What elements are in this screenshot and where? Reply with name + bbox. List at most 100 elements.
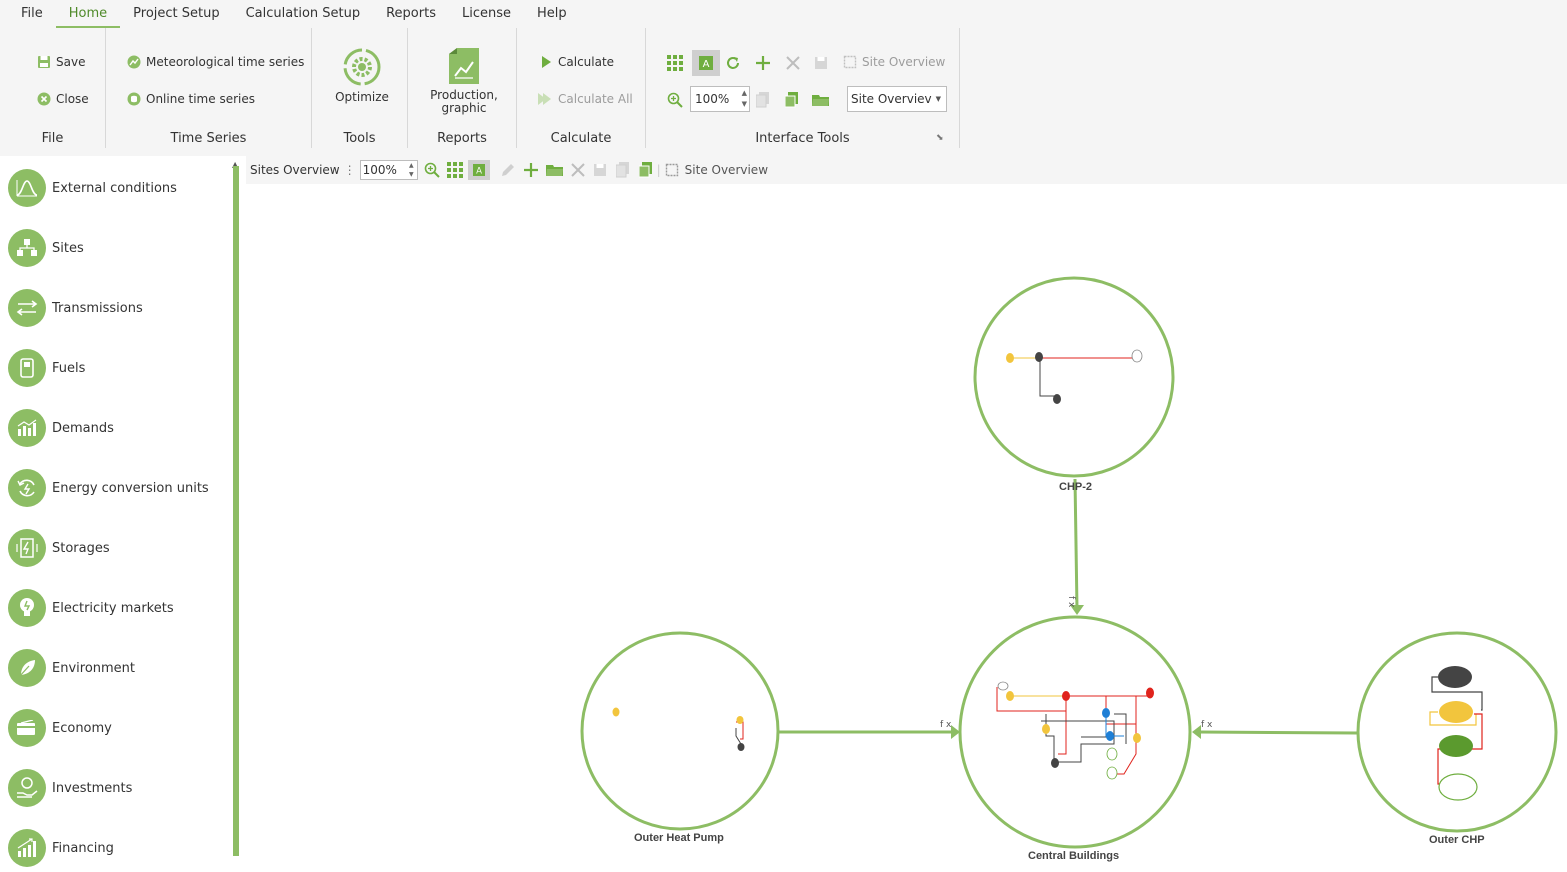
svg-text:A: A [703,59,710,70]
site-outer-chp[interactable] [1356,631,1558,833]
sidebar-item-investments[interactable]: Investments [8,768,132,808]
connector-fx-label[interactable]: f x [1066,596,1076,607]
delete-icon[interactable] [570,163,585,177]
save-label: Save [56,55,86,69]
lightbulb-icon [8,589,46,627]
canvas-toolbar: Sites Overview ⋮ 100% ▲ ▼ A | Site Overvi… [246,156,1567,184]
zoom-in-icon[interactable] [664,89,686,111]
sidebar-item-environment[interactable]: Environment [8,648,135,688]
play-all-icon [538,93,551,105]
optimize-label: Optimize [335,90,389,104]
spinner-arrows-icon[interactable]: ▲ ▼ [742,88,747,110]
credit-card-icon [8,709,46,747]
menu-project-setup[interactable]: Project Setup [120,0,232,28]
toolbar-separator: | [656,163,661,177]
menu-license[interactable]: License [449,0,524,28]
frame-icon[interactable] [665,163,679,177]
text-label-toggle-icon[interactable]: A [467,160,490,180]
zoom-in-icon[interactable] [424,162,440,178]
save-button[interactable]: Save [37,55,85,69]
site-label-central-buildings: Central Buildings [1028,850,1120,862]
canvas-zoom-value: 100% [362,163,397,177]
pencil-icon[interactable] [500,162,516,178]
menu-calculation-setup[interactable]: Calculation Setup [233,0,374,28]
production-graphic-button[interactable]: Production, graphic [422,46,506,115]
delete-icon[interactable] [782,52,804,74]
sidebar-item-label: Financing [52,840,114,856]
sidebar-item-storages[interactable]: Storages [8,528,110,568]
connector-fx-label[interactable]: f x [940,720,951,730]
site-outer-heat-pump[interactable] [580,631,780,831]
menu-file[interactable]: File [8,0,56,28]
calculate-all-button[interactable]: Calculate All [537,92,633,106]
zoom-spinner[interactable]: 100% ▲ ▼ [690,86,750,112]
play-icon [542,56,551,68]
ribbon-group-file: Save Close File [0,28,106,148]
group-title-interface-tools: Interface Tools [755,131,850,146]
text-label-toggle-icon[interactable]: A [692,50,720,76]
close-button[interactable]: Close [37,92,89,106]
sidebar-item-energy-conversion-units[interactable]: Energy conversion units [8,468,209,508]
sidebar-item-financing[interactable]: Financing [8,828,114,868]
site-overview-toggle[interactable]: Site Overview [843,55,945,69]
sidebar-item-sites[interactable]: Sites [8,228,84,268]
add-icon[interactable] [752,52,774,74]
calculate-button[interactable]: Calculate [539,55,614,69]
copy-disabled-icon[interactable] [752,89,774,111]
frame-icon [843,55,857,69]
transmission-heatpump-central[interactable] [779,725,960,739]
sidebar-item-label: Electricity markets [52,600,174,616]
site-chp2[interactable] [973,276,1175,478]
online-label: Online time series [146,92,255,106]
battery-icon [8,529,46,567]
menu-home[interactable]: Home [55,2,121,28]
save-disabled-icon[interactable] [810,52,832,74]
save-disabled-icon[interactable] [593,163,607,177]
sidebar-item-fuels[interactable]: Fuels [8,348,85,388]
hand-coin-icon [8,769,46,807]
sidebar-item-demands[interactable]: Demands [8,408,114,448]
sidebar-item-external-conditions[interactable]: External conditions [8,168,177,208]
site-label-outer-heat-pump: Outer Heat Pump [634,832,724,844]
spinner-arrows-icon[interactable]: ▲ ▼ [409,161,414,179]
canvas-zoom-spinner[interactable]: 100% ▲ ▼ [359,160,418,180]
connector-fx-label[interactable]: f x [1201,720,1212,730]
sidebar-item-transmissions[interactable]: Transmissions [8,288,143,328]
chevron-down-icon: ▼ [935,95,941,103]
ribbon-group-reports: Production, graphic Reports [408,28,517,148]
grid-icon[interactable] [664,52,686,74]
toolbar-grip-icon: ⋮ [343,163,356,177]
sidebar-item-economy[interactable]: Economy [8,708,112,748]
sidebar-item-label: Investments [52,780,133,796]
sidebar-scrollbar[interactable] [233,166,239,856]
grid-icon[interactable] [446,162,463,178]
dialog-launcher-icon[interactable]: ⬊ [936,133,944,143]
paste-icon[interactable] [638,162,653,178]
meteorological-label: Meteorological time series [146,55,305,69]
menu-help[interactable]: Help [524,0,580,28]
sidebar-item-label: Energy conversion units [52,480,209,496]
sidebar-item-label: Economy [52,720,112,736]
add-icon[interactable] [523,162,539,178]
canvas-site-overview-label[interactable]: Site Overview [685,163,768,177]
zoom-value: 100% [695,92,730,106]
folder-icon[interactable] [810,89,832,111]
online-time-series-button[interactable]: Online time series [127,92,255,106]
site-label-chp2: CHP-2 [1059,481,1093,493]
copy-disabled-icon[interactable] [615,162,630,178]
meteorological-time-series-button[interactable]: Meteorological time series [127,55,304,69]
optimize-button[interactable]: Optimize [322,46,402,104]
sidebar-item-electricity-markets[interactable]: Electricity markets [8,588,174,628]
refresh-icon[interactable] [722,52,744,74]
site-central-buildings[interactable] [958,615,1192,849]
transmission-outerchp-central[interactable] [1192,725,1358,739]
view-select[interactable]: Site Overviev ▼ [847,86,947,112]
menu-reports[interactable]: Reports [373,0,449,28]
transmission-chp2-central[interactable] [1070,478,1084,615]
report-chart-icon [449,48,479,84]
folder-icon[interactable] [545,163,564,177]
ribbon-group-tools: Optimize Tools [312,28,408,148]
paste-icon[interactable] [781,89,803,111]
site-overview-canvas[interactable]: CHP-2 Outer Heat Pump Central Buildings … [246,184,1567,872]
sidebar-item-label: Transmissions [52,300,143,316]
